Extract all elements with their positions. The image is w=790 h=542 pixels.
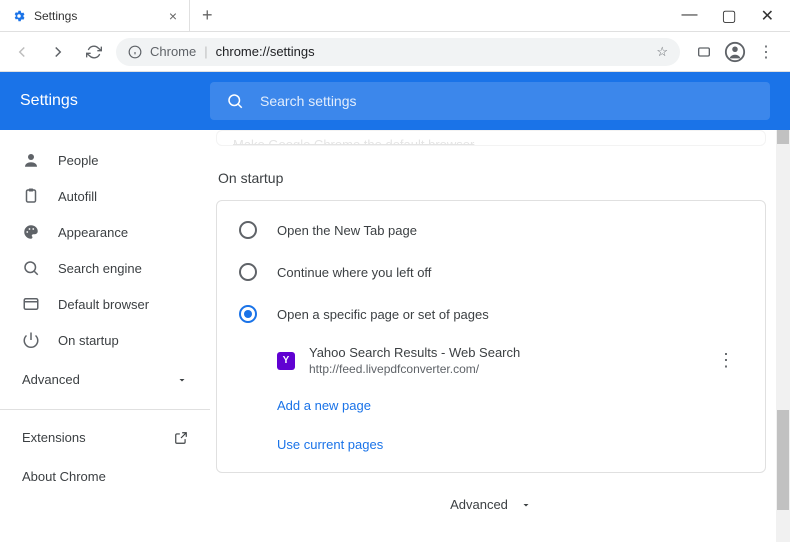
external-link-icon xyxy=(174,431,188,445)
search-icon xyxy=(226,92,244,110)
maximize-button[interactable]: ▢ xyxy=(721,6,736,26)
sidebar-item-startup[interactable]: On startup xyxy=(0,322,210,358)
scrollbar-thumb[interactable] xyxy=(777,410,789,510)
clipboard-icon xyxy=(22,187,40,205)
info-icon xyxy=(128,45,142,59)
browser-tab[interactable]: Settings × xyxy=(0,0,190,31)
option-new-tab[interactable]: Open the New Tab page xyxy=(217,209,765,251)
option-continue[interactable]: Continue where you left off xyxy=(217,251,765,293)
page-title: Settings xyxy=(20,92,190,110)
option-specific-page[interactable]: Open a specific page or set of pages xyxy=(217,293,765,335)
reload-button[interactable] xyxy=(80,38,108,66)
extension-icon[interactable] xyxy=(696,44,712,60)
settings-header: Settings xyxy=(0,72,790,130)
minimize-button[interactable]: — xyxy=(681,6,697,26)
url-text: chrome://settings xyxy=(216,44,315,59)
section-title: On startup xyxy=(218,170,766,186)
close-window-button[interactable]: ✕ xyxy=(761,6,774,26)
bookmark-star-icon[interactable]: ☆ xyxy=(656,44,668,60)
search-icon xyxy=(22,259,40,277)
scrollbar-up[interactable] xyxy=(777,130,789,144)
sidebar-advanced-toggle[interactable]: Advanced xyxy=(0,358,210,401)
browser-icon xyxy=(22,295,40,313)
advanced-toggle[interactable]: Advanced xyxy=(216,473,766,536)
settings-main: Make Google Chrome the default browser O… xyxy=(210,130,790,542)
settings-sidebar: People Autofill Appearance Search engine… xyxy=(0,130,210,542)
sidebar-item-label: Appearance xyxy=(58,225,128,240)
power-icon xyxy=(22,331,40,349)
sidebar-item-default-browser[interactable]: Default browser xyxy=(0,286,210,322)
window-controls: — ▢ ✕ xyxy=(665,6,790,26)
chevron-down-icon xyxy=(176,374,188,386)
page-options-kebab[interactable]: ⋮ xyxy=(709,350,743,371)
gear-icon xyxy=(12,9,26,23)
startup-page-title: Yahoo Search Results - Web Search xyxy=(309,345,695,360)
startup-page-url: http://feed.livepdfconverter.com/ xyxy=(309,362,695,376)
scrollbar-track[interactable] xyxy=(776,130,790,542)
yahoo-favicon: Y xyxy=(277,352,295,370)
browser-toolbar: Chrome | chrome://settings ☆ ⋮ xyxy=(0,32,790,72)
sidebar-item-label: People xyxy=(58,153,98,168)
sidebar-item-search[interactable]: Search engine xyxy=(0,250,210,286)
sidebar-item-label: Autofill xyxy=(58,189,97,204)
tab-strip: Settings × + — ▢ ✕ xyxy=(0,0,790,32)
sidebar-item-people[interactable]: People xyxy=(0,142,210,178)
default-browser-banner[interactable]: Make Google Chrome the default browser xyxy=(216,130,766,146)
close-tab-icon[interactable]: × xyxy=(169,8,177,24)
sidebar-item-label: On startup xyxy=(58,333,119,348)
sidebar-item-label: Default browser xyxy=(58,297,149,312)
sidebar-item-label: Search engine xyxy=(58,261,142,276)
forward-button[interactable] xyxy=(44,38,72,66)
sidebar-item-appearance[interactable]: Appearance xyxy=(0,214,210,250)
radio-icon xyxy=(239,263,257,281)
startup-card: Open the New Tab page Continue where you… xyxy=(216,200,766,473)
use-current-link[interactable]: Use current pages xyxy=(217,425,765,464)
tab-title: Settings xyxy=(34,9,77,23)
palette-icon xyxy=(22,223,40,241)
new-tab-button[interactable]: + xyxy=(190,5,225,26)
sidebar-item-autofill[interactable]: Autofill xyxy=(0,178,210,214)
url-scheme: Chrome xyxy=(150,44,196,59)
radio-icon xyxy=(239,221,257,239)
chevron-down-icon xyxy=(520,499,532,511)
sidebar-about[interactable]: About Chrome xyxy=(0,457,210,496)
person-icon xyxy=(22,151,40,169)
search-input[interactable] xyxy=(260,93,754,109)
address-bar[interactable]: Chrome | chrome://settings ☆ xyxy=(116,38,680,66)
menu-kebab-icon[interactable]: ⋮ xyxy=(758,42,774,62)
startup-page-entry: Y Yahoo Search Results - Web Search http… xyxy=(217,335,765,386)
radio-icon-selected xyxy=(239,305,257,323)
profile-icon[interactable] xyxy=(724,41,746,63)
sidebar-extensions[interactable]: Extensions xyxy=(0,418,210,457)
divider xyxy=(0,409,210,410)
search-settings-box[interactable] xyxy=(210,82,770,120)
back-button[interactable] xyxy=(8,38,36,66)
add-page-link[interactable]: Add a new page xyxy=(217,386,765,425)
